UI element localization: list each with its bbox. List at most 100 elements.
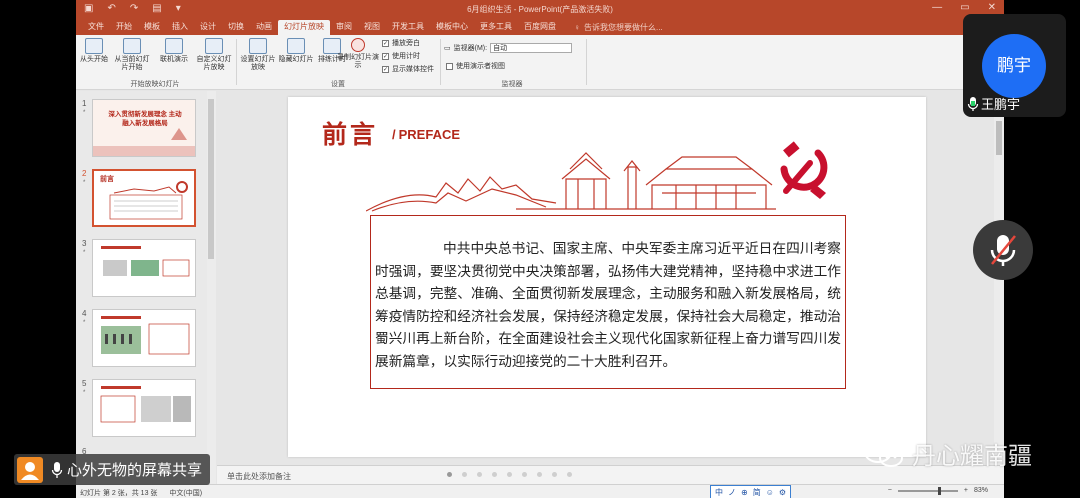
custom-show-button[interactable]: 自定义幻灯片放映 — [194, 38, 234, 72]
minimize-button[interactable]: — — [932, 2, 942, 13]
thumbnail-scrollbar[interactable] — [207, 91, 216, 484]
current-slide[interactable]: 前言 / PREFACE 中共中央总书记、国家主席、中央军委主席习近平近日在四川… — [288, 97, 926, 457]
hide-slide-button[interactable]: 隐藏幻灯片 — [278, 38, 314, 64]
tab-slide-show[interactable]: 幻灯片放映 — [278, 20, 330, 35]
record-label: 录制幻灯片演示 — [337, 54, 379, 69]
slide-editor: 前言 / PREFACE 中共中央总书记、国家主席、中央军委主席习近平近日在四川… — [217, 91, 1004, 465]
ime-settings-icon[interactable]: ⚙ — [779, 488, 786, 497]
ime-emoji-icon[interactable]: ☺ — [766, 488, 774, 497]
from-current-button[interactable]: 从当前幻灯片开始 — [112, 38, 152, 72]
share-banner-text: 心外无物的屏幕共享 — [67, 462, 203, 479]
page-dot — [447, 472, 452, 477]
slide4-preview — [101, 316, 190, 355]
group-setup: 设置 — [331, 81, 345, 88]
tab-baidu-netdisk[interactable]: 百度网盘 — [518, 20, 562, 35]
tell-me-box[interactable]: ♀ 告诉我您想要做什么... — [574, 20, 663, 35]
tab-insert[interactable]: 插入 — [166, 20, 194, 35]
tab-template-center[interactable]: 模板中心 — [430, 20, 474, 35]
microphone-muted-icon — [990, 235, 1016, 266]
thumbnail-number: 4 — [82, 309, 87, 318]
tab-developer[interactable]: 开发工具 — [386, 20, 430, 35]
ime-mode-icon[interactable]: 中 — [715, 487, 723, 498]
slide1-preview — [93, 100, 195, 156]
page-dot — [537, 472, 542, 477]
present-online-button[interactable]: 联机演示 — [156, 38, 192, 64]
ribbon-separator — [236, 39, 237, 85]
ime-toolbar: 中 ノ ⊕ 简 ☺ ⚙ — [710, 485, 792, 498]
slide-title[interactable]: 前言 — [322, 115, 378, 151]
show-media-controls-label: 显示媒体控件 — [392, 66, 434, 73]
screen: ▣ ↶ ↷ ▤ ▾ 6月组织生活 - PowerPoint(产品激活失败) — … — [0, 0, 1080, 498]
landmark-skyline-graphic — [366, 152, 776, 212]
custom-show-icon — [205, 38, 223, 54]
use-timings-checkbox[interactable]: ✓ 使用计时 — [382, 51, 420, 61]
thumbnail-number: 2 — [82, 169, 87, 178]
participant-name: 王鹏宇 — [981, 97, 1021, 112]
play-narrations-checkbox[interactable]: ✓ 播放旁白 — [382, 38, 420, 48]
thumbnail-item[interactable]: 5 * — [76, 379, 206, 439]
zoom-slider[interactable] — [897, 486, 958, 495]
thumbnail-slide-4[interactable] — [92, 309, 196, 367]
scrollbar-thumb[interactable] — [208, 99, 214, 259]
tab-design[interactable]: 设计 — [194, 20, 222, 35]
scrollbar-thumb[interactable] — [996, 121, 1002, 155]
mute-toggle-button[interactable] — [973, 220, 1033, 280]
monitor-select[interactable]: 自动 — [490, 43, 573, 53]
close-button[interactable]: ✕ — [988, 2, 996, 13]
zoom-in-icon[interactable]: + — [964, 487, 968, 494]
slide5-preview — [100, 386, 191, 423]
setup-icon — [249, 38, 267, 54]
tab-home[interactable]: 开始 — [110, 20, 138, 35]
page-dots — [447, 472, 572, 477]
ribbon-tabs: 文件 开始 模板 插入 设计 切换 动画 幻灯片放映 审阅 视图 开发工具 模板… — [76, 18, 1004, 35]
body-text-box[interactable]: 中共中央总书记、国家主席、中央军委主席习近平近日在四川考察时强调，要坚决贯彻党中… — [370, 215, 846, 389]
thumbnail-slide-1[interactable]: 深入贯彻新发展理念 主动融入新发展格局 — [92, 99, 196, 157]
thumbnail-item[interactable]: 4 * — [76, 309, 206, 369]
thumbnail-slide-2[interactable]: 前言 — [92, 169, 196, 227]
window-controls: — ▭ ✕ — [932, 2, 996, 13]
setup-slideshow-button[interactable]: 设置幻灯片放映 — [238, 38, 278, 72]
tab-transitions[interactable]: 切换 — [222, 20, 250, 35]
ime-punct-icon[interactable]: ノ — [728, 487, 736, 498]
thumbnail-slide-5[interactable] — [92, 379, 196, 437]
screen-share-banner: 心外无物的屏幕共享 — [14, 454, 211, 485]
status-bar: 幻灯片 第 2 张，共 13 张 中文(中国) 中 ノ ⊕ 简 ☺ ⚙ − + … — [76, 484, 1004, 498]
ime-simplified-icon[interactable]: 简 — [753, 487, 761, 498]
tab-animations[interactable]: 动画 — [250, 20, 278, 35]
page-dot — [567, 472, 572, 477]
wechat-watermark: 丹心耀南疆 — [862, 436, 1032, 471]
slide-counter: 幻灯片 第 2 张，共 13 张 — [80, 490, 158, 497]
maximize-button[interactable]: ▭ — [960, 2, 969, 13]
hide-slide-icon — [287, 38, 305, 54]
checkmark-icon: ✓ — [382, 65, 389, 73]
thumbnail-number: 5 — [82, 379, 87, 388]
tab-file[interactable]: 文件 — [82, 20, 110, 35]
thumbnail-number: 3 — [82, 239, 87, 248]
thumbnail-item[interactable]: 3 * — [76, 239, 206, 299]
presenter-view-checkbox[interactable]: 使用演示者视图 — [446, 61, 505, 71]
thumbnail-item[interactable]: 2 * 前言 — [76, 169, 206, 229]
zoom-out-icon[interactable]: − — [888, 487, 892, 494]
microphone-active-icon — [967, 96, 979, 111]
zoom-slider-handle[interactable] — [937, 486, 941, 495]
setup-label: 设置幻灯片放映 — [240, 56, 276, 71]
lightbulb-icon: ♀ — [574, 22, 580, 32]
presenter-view-label: 使用演示者视图 — [456, 63, 505, 70]
party-emblem-icon — [780, 141, 828, 199]
language-indicator[interactable]: 中文(中国) — [169, 488, 202, 498]
ime-globe-icon[interactable]: ⊕ — [741, 488, 748, 497]
thumbnail-item[interactable]: 1 * 深入贯彻新发展理念 主动融入新发展格局 — [76, 99, 206, 159]
from-beginning-button[interactable]: 从头开始 — [76, 38, 112, 64]
thumbnail-title: 深入贯彻新发展理念 主动融入新发展格局 — [108, 111, 182, 127]
participant-video-tile[interactable]: 鹏宇 王鹏宇 — [963, 14, 1066, 117]
record-slideshow-button[interactable]: 录制幻灯片演示 — [336, 38, 380, 70]
zoom-level[interactable]: 83% — [974, 487, 988, 494]
tab-more-tools[interactable]: 更多工具 — [474, 20, 518, 35]
thumbnail-number: 1 — [82, 99, 87, 108]
tab-templates[interactable]: 模板 — [138, 20, 166, 35]
show-media-controls-checkbox[interactable]: ✓ 显示媒体控件 — [382, 64, 434, 74]
tab-view[interactable]: 视图 — [358, 20, 386, 35]
thumbnail-slide-3[interactable] — [92, 239, 196, 297]
tab-review[interactable]: 审阅 — [330, 20, 358, 35]
slide-subtitle[interactable]: / PREFACE — [392, 127, 460, 142]
